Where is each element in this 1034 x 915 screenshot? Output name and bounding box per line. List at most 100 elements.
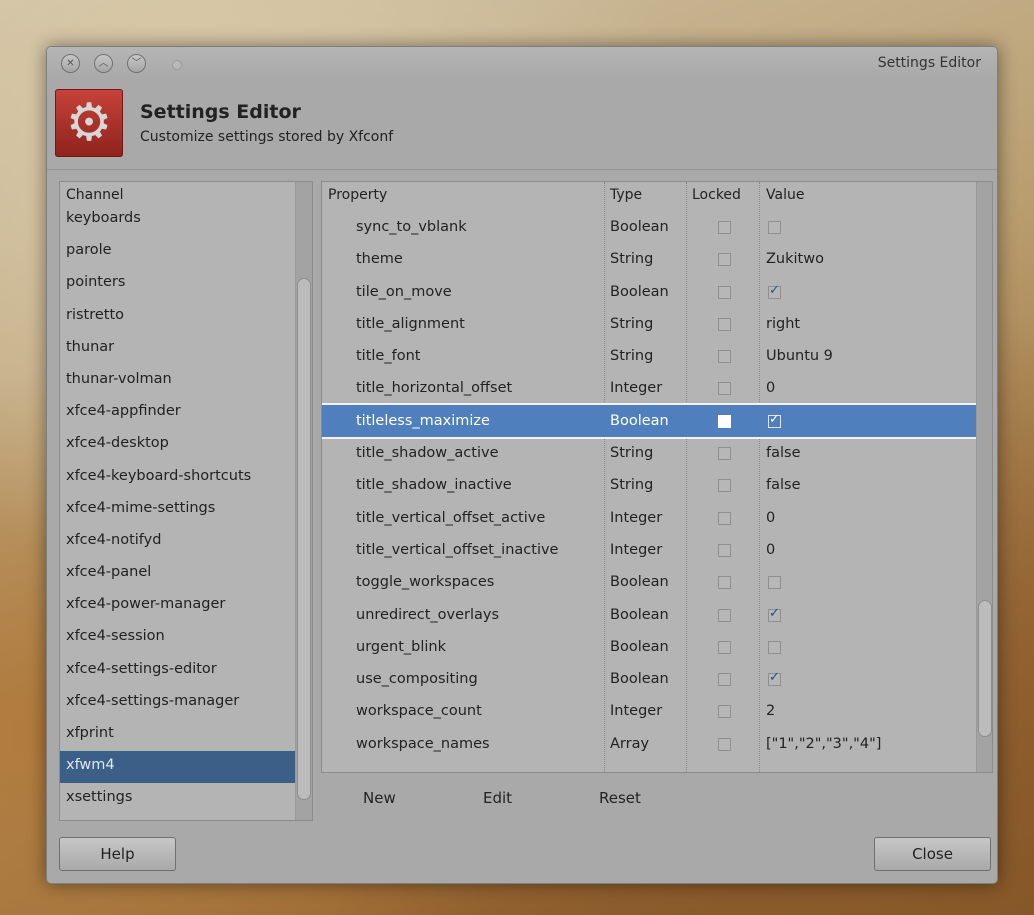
channel-item[interactable]: keyboards <box>60 204 295 236</box>
locked-checkbox[interactable] <box>718 253 731 267</box>
table-row[interactable]: title_shadow_active String false <box>322 437 977 469</box>
table-row[interactable]: titleless_maximize Boolean <box>322 402 979 440</box>
locked-checkbox[interactable] <box>718 673 731 687</box>
property-value[interactable]: 2 <box>766 695 775 727</box>
locked-checkbox[interactable] <box>718 447 731 461</box>
property-name: title_shadow_inactive <box>356 477 512 494</box>
property-value[interactable]: ["1","2","3","4"] <box>766 728 881 760</box>
channel-item[interactable]: xfce4-settings-manager <box>60 687 295 719</box>
table-row[interactable]: workspace_names Array ["1","2","3","4"] <box>322 728 977 760</box>
channel-item[interactable]: thunar <box>60 333 295 365</box>
locked-checkbox[interactable] <box>718 576 731 590</box>
channel-scrollbar-thumb[interactable] <box>297 278 311 800</box>
value-checkbox[interactable] <box>768 670 781 687</box>
locked-checkbox[interactable] <box>718 285 731 299</box>
locked-checkbox[interactable] <box>718 608 731 622</box>
channel-item[interactable]: xfce4-power-manager <box>60 590 295 622</box>
table-row[interactable]: urgent_blink Boolean <box>322 631 977 663</box>
window-title: Settings Editor <box>877 55 981 71</box>
property-value[interactable]: right <box>766 308 800 340</box>
help-button[interactable]: Help <box>59 837 176 871</box>
property-value[interactable]: Ubuntu 9 <box>766 340 833 372</box>
channel-item[interactable]: xsettings <box>60 783 295 815</box>
property-value[interactable]: 0 <box>766 372 775 404</box>
table-row[interactable]: use_compositing Boolean <box>322 663 977 695</box>
sticky-window-icon[interactable] <box>172 60 182 70</box>
property-column-header[interactable]: Property <box>328 182 387 206</box>
locked-checkbox[interactable] <box>718 221 731 234</box>
channel-column-header[interactable]: Channel <box>66 182 123 206</box>
channel-item[interactable]: xfwm4 <box>60 751 295 784</box>
settings-editor-logo: ⚙ <box>55 89 123 157</box>
property-value[interactable]: false <box>766 469 801 501</box>
type-column-header[interactable]: Type <box>610 182 642 206</box>
minimize-window-icon[interactable]: ﹀ <box>127 54 146 73</box>
value-checkbox[interactable] <box>768 412 781 428</box>
channel-item[interactable]: xfprint <box>60 719 295 751</box>
table-row[interactable]: title_shadow_inactive String false <box>322 469 977 501</box>
reset-property-button[interactable]: Reset <box>599 789 641 807</box>
channel-item[interactable]: xfce4-appfinder <box>60 397 295 429</box>
value-checkbox[interactable] <box>768 221 781 234</box>
property-type: Boolean <box>610 606 669 623</box>
locked-checkbox[interactable] <box>718 350 731 364</box>
edit-property-button[interactable]: Edit <box>483 789 512 807</box>
table-row[interactable]: sync_to_vblank Boolean <box>322 211 977 243</box>
channel-item[interactable]: xfce4-keyboard-shortcuts <box>60 462 295 494</box>
property-value[interactable]: 0 <box>766 534 775 566</box>
property-type: Integer <box>610 703 663 720</box>
table-row[interactable]: title_horizontal_offset Integer 0 <box>322 372 977 404</box>
table-row[interactable]: tile_on_move Boolean <box>322 276 977 308</box>
table-row[interactable]: title_vertical_offset_inactive Integer 0 <box>322 534 977 566</box>
channel-item[interactable]: xfce4-notifyd <box>60 526 295 558</box>
property-scrollbar[interactable] <box>976 182 992 772</box>
property-scrollbar-thumb[interactable] <box>978 600 992 737</box>
table-row[interactable]: unredirect_overlays Boolean <box>322 599 977 631</box>
locked-column-header[interactable]: Locked <box>692 182 741 206</box>
property-type: Boolean <box>610 283 669 300</box>
maximize-window-icon[interactable]: ︿ <box>94 54 113 73</box>
channel-item[interactable]: ristretto <box>60 301 295 333</box>
table-row[interactable]: title_alignment String right <box>322 308 977 340</box>
locked-checkbox[interactable] <box>718 414 731 428</box>
property-value[interactable]: 0 <box>766 502 775 534</box>
property-value[interactable]: false <box>766 437 801 469</box>
channel-item[interactable]: xfce4-session <box>60 622 295 654</box>
property-name: toggle_workspaces <box>356 574 495 591</box>
value-column-header[interactable]: Value <box>766 182 804 206</box>
channel-item[interactable]: xfce4-panel <box>60 558 295 590</box>
table-row[interactable]: theme String Zukitwo <box>322 243 977 275</box>
channel-scrollbar[interactable] <box>295 182 312 820</box>
table-row[interactable]: toggle_workspaces Boolean <box>322 566 977 598</box>
locked-checkbox[interactable] <box>718 479 731 493</box>
locked-checkbox[interactable] <box>718 317 731 331</box>
value-checkbox[interactable] <box>768 283 781 299</box>
value-checkbox[interactable] <box>768 640 781 654</box>
property-name: sync_to_vblank <box>356 219 467 235</box>
locked-checkbox[interactable] <box>718 382 731 396</box>
property-value[interactable]: Zukitwo <box>766 243 824 275</box>
dialog-header: ⚙ Settings Editor Customize settings sto… <box>47 79 997 170</box>
table-row[interactable]: workspace_count Integer 2 <box>322 695 977 727</box>
locked-checkbox[interactable] <box>718 737 731 751</box>
channel-item[interactable]: parole <box>60 236 295 268</box>
value-checkbox[interactable] <box>768 606 781 622</box>
channel-item[interactable]: xfce4-settings-editor <box>60 655 295 687</box>
locked-checkbox[interactable] <box>718 705 731 719</box>
channel-item[interactable]: pointers <box>60 268 295 300</box>
title-bar[interactable]: ✕ ︿ ﹀ Settings Editor <box>47 47 997 79</box>
property-name: title_vertical_offset_active <box>356 509 546 526</box>
close-button[interactable]: Close <box>874 837 991 871</box>
value-checkbox[interactable] <box>768 576 781 590</box>
property-type: Boolean <box>610 638 669 655</box>
table-row[interactable]: title_font String Ubuntu 9 <box>322 340 977 372</box>
close-window-icon[interactable]: ✕ <box>61 54 80 73</box>
locked-checkbox[interactable] <box>718 543 731 557</box>
locked-checkbox[interactable] <box>718 511 731 525</box>
new-property-button[interactable]: New <box>363 789 396 807</box>
channel-item[interactable]: xfce4-mime-settings <box>60 494 295 526</box>
locked-checkbox[interactable] <box>718 640 731 654</box>
channel-item[interactable]: thunar-volman <box>60 365 295 397</box>
channel-item[interactable]: xfce4-desktop <box>60 429 295 461</box>
table-row[interactable]: title_vertical_offset_active Integer 0 <box>322 502 977 534</box>
